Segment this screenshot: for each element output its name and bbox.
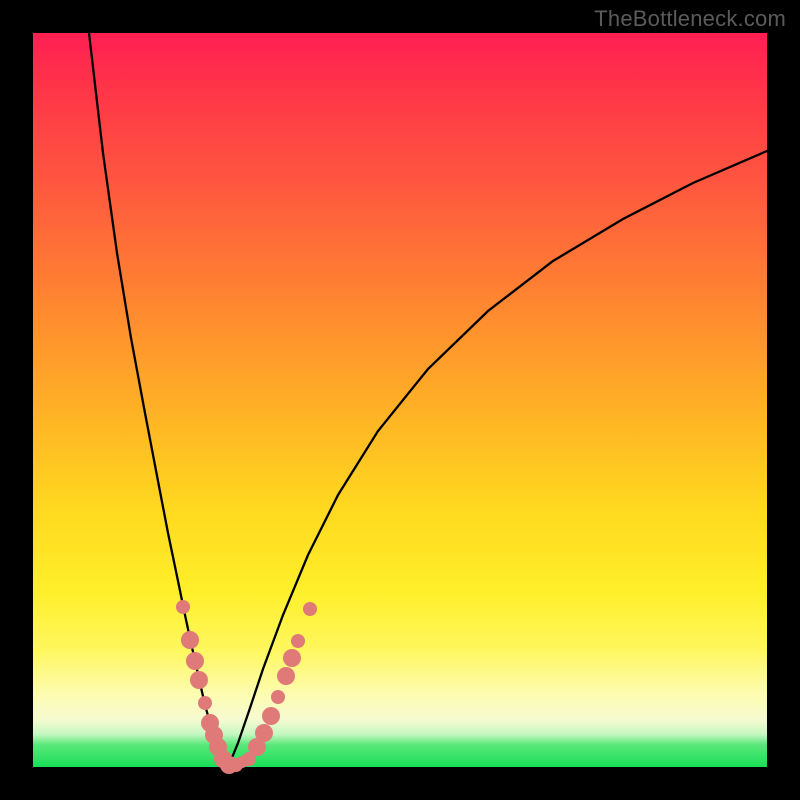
data-marker — [283, 649, 301, 667]
data-marker — [176, 600, 190, 614]
data-marker — [291, 634, 305, 648]
data-markers — [176, 600, 317, 774]
data-marker — [198, 696, 212, 710]
data-marker — [181, 631, 199, 649]
data-marker — [303, 602, 317, 616]
data-marker — [262, 707, 280, 725]
plot-area — [33, 33, 767, 767]
data-marker — [271, 690, 285, 704]
chart-svg — [33, 33, 767, 767]
chart-frame: TheBottleneck.com — [0, 0, 800, 800]
data-marker — [277, 667, 295, 685]
data-marker — [255, 724, 273, 742]
data-marker — [190, 671, 208, 689]
curve-right-branch — [229, 151, 767, 765]
data-marker — [186, 652, 204, 670]
curve-left-branch — [89, 33, 229, 765]
watermark-text: TheBottleneck.com — [594, 6, 786, 32]
